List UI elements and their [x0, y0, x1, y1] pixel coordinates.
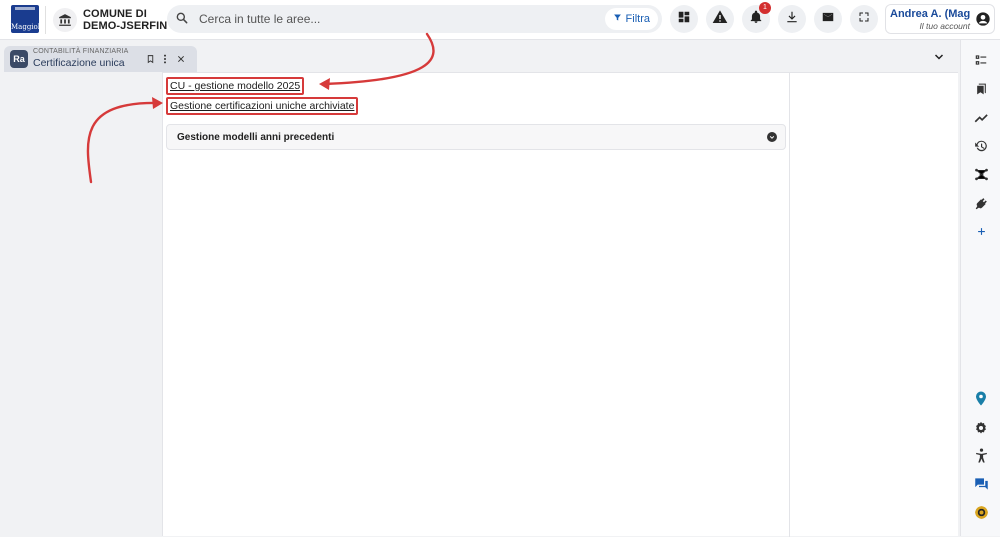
chevron-down-icon[interactable]: [933, 50, 945, 68]
accessibility-icon: [975, 448, 988, 468]
warning-icon: [712, 9, 728, 30]
bookmark-icon[interactable]: [144, 52, 156, 66]
sidebar-trend[interactable]: [971, 110, 991, 130]
arrow-to-archived-link: [86, 101, 159, 184]
sidebar-bookmarks[interactable]: [971, 81, 991, 101]
filter-label: Filtra: [625, 13, 650, 25]
sidebar-history[interactable]: [971, 138, 991, 158]
close-icon[interactable]: [175, 52, 187, 66]
global-search[interactable]: Filtra: [167, 5, 662, 33]
chat-icon: [974, 477, 989, 496]
history-icon: [974, 139, 988, 158]
fullscreen-button[interactable]: [850, 5, 878, 33]
trend-icon: [974, 111, 989, 129]
checklist-icon: [974, 53, 988, 72]
org-name-line2: DEMO-JSERFIN: [83, 20, 168, 32]
top-bar: Maggioli COMUNE DI DEMO-JSERFIN Filtra 1: [0, 0, 1000, 40]
search-input[interactable]: [199, 9, 559, 29]
help-icon: [974, 505, 989, 525]
link-certificazioni-archiviate[interactable]: Gestione certificazioni uniche archiviat…: [166, 97, 359, 115]
previous-years-section[interactable]: Gestione modelli anni precedenti: [166, 124, 786, 150]
sidebar-add[interactable]: [971, 222, 991, 242]
download-icon: [785, 10, 799, 29]
sidebar-plug[interactable]: [971, 196, 991, 216]
add-icon: [977, 223, 986, 241]
section-title: Gestione modelli anni precedenti: [177, 132, 335, 143]
tab-certificazione-unica[interactable]: Ra CONTABILITÀ FINANZIARIA Certificazion…: [4, 46, 197, 72]
notifications-button[interactable]: 1: [742, 2, 771, 33]
main-content: CU - gestione modello 2025 Gestione cert…: [162, 72, 958, 537]
sidebar-checklist[interactable]: [971, 52, 991, 72]
sidebar-help[interactable]: [971, 505, 991, 525]
organization-name: COMUNE DI DEMO-JSERFIN: [83, 8, 167, 32]
collapse-toggle-icon[interactable]: [767, 132, 777, 142]
tab-category: CONTABILITÀ FINANZIARIA: [33, 48, 129, 55]
account-subtitle: Il tuo account: [919, 21, 970, 31]
right-sidebar: [960, 40, 1000, 536]
fullscreen-icon: [858, 10, 870, 28]
network-icon: [974, 167, 989, 187]
sidebar-settings[interactable]: [971, 420, 991, 440]
logo-stripe: [15, 7, 35, 10]
org-name-line1: COMUNE DI: [83, 8, 147, 20]
dashboard-button[interactable]: [670, 5, 698, 33]
more-vert-icon[interactable]: [159, 52, 171, 66]
right-column-divider: [789, 73, 790, 537]
logo-text: Maggioli: [11, 23, 43, 31]
sidebar-accessibility[interactable]: [971, 448, 991, 468]
bookmarks-icon: [975, 82, 988, 101]
sidebar-network[interactable]: [971, 167, 991, 187]
mail-icon: [821, 10, 835, 29]
filter-icon: [613, 13, 622, 25]
messages-button[interactable]: [814, 5, 842, 33]
dashboard-icon: [677, 10, 691, 29]
filter-button[interactable]: Filtra: [604, 8, 658, 30]
institution-icon[interactable]: [53, 8, 77, 32]
location-pin-icon: [975, 391, 987, 411]
downloads-button[interactable]: [778, 5, 806, 33]
sidebar-location[interactable]: [971, 391, 991, 411]
notifications-badge: 1: [759, 2, 771, 14]
module-icon: Ra: [10, 50, 28, 68]
sidebar-chat[interactable]: [971, 476, 991, 496]
user-icon: [975, 11, 991, 32]
header-divider: [45, 6, 46, 34]
plug-icon: [974, 197, 988, 216]
tab-title: Certificazione unica: [33, 57, 125, 69]
link-cu-gestione-modello[interactable]: CU - gestione modello 2025: [166, 77, 305, 95]
maggioli-logo[interactable]: Maggioli: [11, 5, 43, 33]
alerts-button[interactable]: [706, 5, 734, 33]
account-name: Andrea A. (Mag...: [890, 8, 970, 20]
settings-icon: [974, 421, 988, 440]
account-menu[interactable]: Andrea A. (Mag... Il tuo account: [885, 4, 995, 34]
search-icon: [175, 11, 189, 30]
